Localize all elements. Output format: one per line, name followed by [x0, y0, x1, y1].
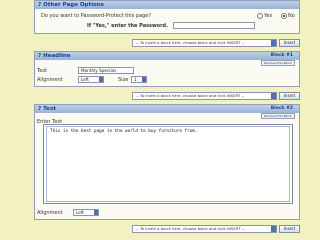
password-input[interactable]: [173, 22, 255, 29]
remove-block-button[interactable]: Remove this Block: [261, 60, 295, 66]
dropdown-arrow-icon: [271, 93, 276, 99]
headline-text-label: Text: [37, 68, 48, 74]
dropdown-arrow-icon: [271, 40, 276, 46]
text-block-title: ? Text: [35, 105, 299, 113]
other-page-options-panel: ? Other Page Options Do you want to Pass…: [34, 0, 300, 34]
headline-block-number: Block #1: [270, 53, 293, 58]
insert-button[interactable]: Insert: [279, 92, 300, 100]
headline-alignment-label: Alignment: [37, 77, 63, 83]
password-no-radio[interactable]: [281, 13, 287, 19]
headline-block-title: ? Headline: [35, 52, 299, 60]
headline-text-input[interactable]: Monthly Specials: [78, 67, 134, 74]
insert-block-prompt: -- To insert a block here, choose block …: [136, 226, 245, 231]
password-yes-label: Yes: [264, 13, 273, 19]
text-alignment-label: Alignment: [37, 210, 63, 216]
insert-block-select[interactable]: -- To insert a block here, choose block …: [132, 92, 277, 100]
insert-block-prompt: -- To insert a block here, choose block …: [136, 93, 245, 98]
remove-block-button[interactable]: Remove this Block: [261, 113, 295, 119]
password-no-label: No: [288, 13, 295, 19]
insert-button[interactable]: Insert: [279, 225, 300, 233]
headline-size-label: Size: [118, 77, 129, 83]
insert-block-select[interactable]: -- To insert a block here, choose block …: [132, 39, 277, 47]
insert-block-select[interactable]: -- To insert a block here, choose block …: [132, 225, 277, 233]
headline-alignment-value: Left: [81, 77, 89, 82]
password-yes-radio[interactable]: [257, 13, 263, 19]
text-block-number: Block #2: [270, 106, 293, 111]
dropdown-arrow-icon: [142, 77, 146, 82]
dropdown-arrow-icon: [271, 226, 276, 232]
text-block-textarea[interactable]: This is the best page in the world to bu…: [43, 124, 293, 204]
text-alignment-select[interactable]: Left: [73, 209, 99, 216]
password-question-label: Do you want to Password-Protect this pag…: [41, 13, 152, 19]
headline-alignment-select[interactable]: Left: [78, 76, 104, 83]
headline-size-value: 1: [134, 77, 137, 82]
password-prompt-label: If "Yes," enter the Password.: [87, 23, 169, 29]
headline-block-panel: ? Headline Block #1 Remove this Block Te…: [34, 51, 300, 87]
insert-block-prompt: -- To insert a block here, choose block …: [136, 40, 245, 45]
other-page-options-title: ? Other Page Options: [35, 1, 299, 9]
dropdown-arrow-icon: [94, 210, 98, 215]
text-alignment-value: Left: [76, 210, 84, 215]
text-block-panel: ? Text Block #2 Remove this Block Enter …: [34, 104, 300, 220]
insert-button[interactable]: Insert: [279, 39, 300, 47]
headline-size-select[interactable]: 1: [131, 76, 147, 83]
dropdown-arrow-icon: [99, 77, 103, 82]
text-block-content: This is the best page in the world to bu…: [50, 129, 198, 134]
